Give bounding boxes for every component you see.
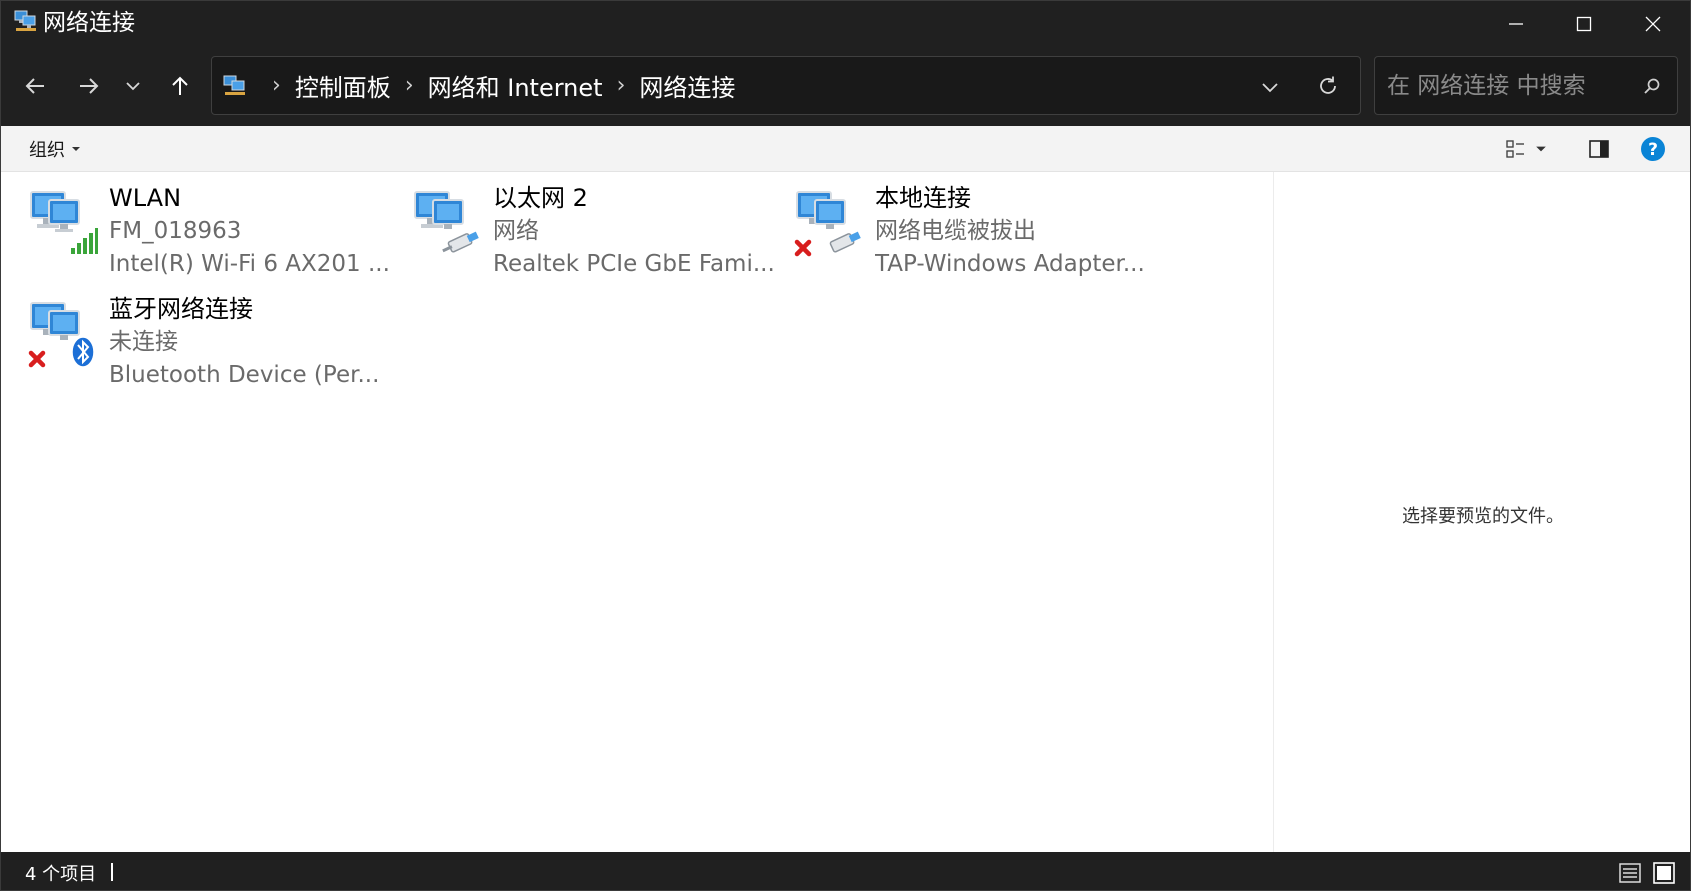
breadcrumb-network-connections[interactable]: 网络连接 [639, 68, 735, 103]
status-bar: 4 个项目 [1, 852, 1690, 890]
connection-status: 网络 [493, 218, 539, 244]
close-icon [1645, 16, 1661, 31]
connection-name: 以太网 2 [493, 184, 588, 212]
status-divider [111, 863, 113, 881]
recent-locations-button[interactable] [111, 64, 155, 108]
ethernet-connection-icon [411, 186, 483, 258]
preview-pane-button[interactable] [1584, 134, 1614, 164]
breadcrumb: › 控制面板 › 网络和 Internet › 网络连接 [258, 57, 735, 114]
connection-name: 本地连接 [875, 184, 971, 212]
minimize-button[interactable] [1482, 1, 1550, 46]
up-button[interactable] [158, 64, 202, 108]
details-view-button[interactable] [1618, 861, 1642, 885]
preview-pane-icon [1589, 140, 1609, 158]
control-panel-icon [222, 73, 248, 99]
help-button[interactable]: ? [1637, 133, 1669, 165]
connection-status: 未连接 [109, 329, 178, 355]
view-options-icon [1506, 140, 1524, 158]
breadcrumb-separator[interactable]: › [405, 73, 414, 98]
back-button[interactable] [13, 64, 57, 108]
connection-device: TAP-Windows Adapter... [875, 251, 1145, 277]
address-bar[interactable]: › 控制面板 › 网络和 Internet › 网络连接 [211, 56, 1361, 115]
window-title: 网络连接 [43, 10, 135, 36]
refresh-icon [1320, 76, 1336, 94]
arrow-right-icon [80, 78, 99, 94]
preview-message: 选择要预览的文件。 [1402, 506, 1564, 527]
command-bar: 组织 ? [1, 126, 1690, 172]
connection-item-wlan[interactable]: WLAN FM_018963 Intel(R) Wi-Fi 6 AX201 ..… [27, 182, 397, 282]
organize-button[interactable]: 组织 [29, 135, 81, 163]
connection-item-local[interactable]: 本地连接 网络电缆被拔出 TAP-Windows Adapter... [793, 182, 1163, 282]
search-icon[interactable] [1639, 73, 1665, 99]
maximize-icon [1576, 16, 1592, 31]
item-count: 4 个项目 [25, 864, 97, 885]
breadcrumb-separator[interactable]: › [617, 73, 626, 98]
close-button[interactable] [1619, 1, 1687, 46]
ethernet-disconnected-icon [793, 186, 865, 258]
arrow-left-icon [25, 78, 44, 94]
connection-device: Realtek PCIe GbE Fami... [493, 251, 775, 277]
chevron-down-icon [126, 82, 140, 91]
help-icon: ? [1641, 137, 1665, 161]
title-bar: 网络连接 [1, 1, 1690, 46]
breadcrumb-network-internet[interactable]: 网络和 Internet [428, 68, 603, 103]
network-connections-icon [13, 9, 39, 35]
explorer-window: 网络连接 › 控制面板 › 网络和 Internet › 网络连接 在 网络连接… [0, 0, 1691, 891]
connection-name: WLAN [109, 184, 182, 212]
connection-item-ethernet-2[interactable]: 以太网 2 网络 Realtek PCIe GbE Fami... [411, 182, 781, 282]
connections-list: WLAN FM_018963 Intel(R) Wi-Fi 6 AX201 ..… [1, 172, 1273, 852]
caret-down-icon [1536, 146, 1546, 152]
forward-button[interactable] [67, 64, 111, 108]
organize-label: 组织 [29, 140, 65, 161]
breadcrumb-separator: › [272, 73, 281, 98]
wifi-connection-icon [27, 186, 99, 258]
svg-text:?: ? [1648, 140, 1658, 160]
connection-device: Intel(R) Wi-Fi 6 AX201 ... [109, 251, 390, 277]
connection-device: Bluetooth Device (Per... [109, 362, 380, 388]
change-view-button[interactable] [1505, 134, 1547, 164]
minimize-icon [1509, 22, 1523, 25]
details-view-icon [1619, 863, 1641, 883]
connection-status: FM_018963 [109, 218, 242, 244]
address-history-button[interactable] [1252, 69, 1288, 105]
connection-name: 蓝牙网络连接 [109, 295, 253, 323]
search-input[interactable] [1387, 69, 1627, 103]
arrow-up-icon [172, 76, 188, 95]
connection-status: 网络电缆被拔出 [875, 218, 1036, 244]
preview-pane: 选择要预览的文件。 [1273, 172, 1690, 852]
refresh-button[interactable] [1310, 68, 1346, 104]
caret-down-icon [72, 147, 80, 151]
navigation-bar: › 控制面板 › 网络和 Internet › 网络连接 [1, 46, 1690, 126]
large-icons-view-button[interactable] [1652, 861, 1676, 885]
maximize-button[interactable] [1550, 1, 1618, 46]
connection-item-bluetooth[interactable]: 蓝牙网络连接 未连接 Bluetooth Device (Per... [27, 293, 397, 393]
search-box[interactable] [1374, 56, 1678, 115]
breadcrumb-control-panel[interactable]: 控制面板 [295, 68, 391, 103]
chevron-down-icon [1262, 83, 1278, 93]
large-icons-view-icon [1653, 862, 1675, 884]
bluetooth-disconnected-icon [27, 297, 99, 369]
